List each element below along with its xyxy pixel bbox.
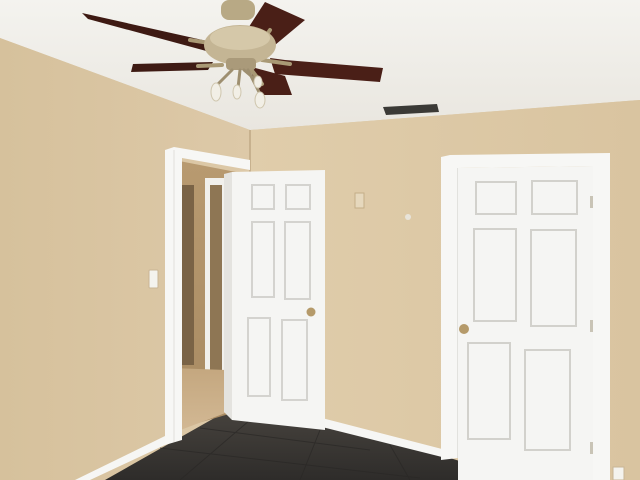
hinge-icon (590, 320, 593, 332)
closed-door[interactable] (458, 166, 593, 480)
doorknob-icon[interactable] (459, 324, 469, 334)
doorknob-icon[interactable] (306, 307, 316, 317)
room-drawing (0, 0, 640, 480)
outlet-icon (612, 466, 625, 480)
room-scene (0, 0, 640, 480)
hallway-far-opening (210, 185, 222, 370)
light-switch-icon[interactable] (148, 269, 159, 289)
door-stop-icon (405, 214, 411, 220)
hinge-icon (590, 442, 593, 454)
hallway-side-opening (180, 185, 194, 365)
hinge-icon (590, 196, 593, 208)
open-door[interactable] (224, 170, 325, 430)
wall-plate-icon (354, 192, 365, 209)
